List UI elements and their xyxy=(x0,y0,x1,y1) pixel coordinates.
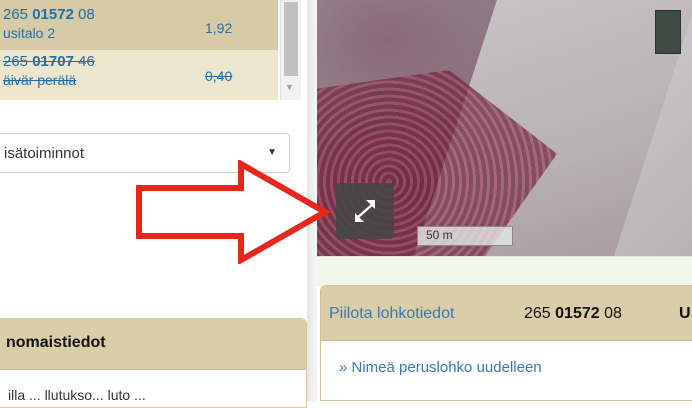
authority-panel-header[interactable]: nomaistiedot xyxy=(0,319,306,370)
list-scrollbar[interactable]: ▼ xyxy=(280,0,301,100)
parcel-info-trailing: U xyxy=(679,305,691,322)
parcel-number-bold: 01572 xyxy=(32,6,74,23)
parcel-number-bold: 01707 xyxy=(32,53,74,70)
parcel-id-suffix: 08 xyxy=(599,305,622,322)
rename-base-parcel-link[interactable]: » Nimeä peruslohko uudelleen xyxy=(339,359,542,376)
parcel-row[interactable]: 265 01572 08 usitalo 2 1,92 xyxy=(0,0,278,50)
parcel-number-suffix: 46 xyxy=(73,53,95,70)
parcel-id: 265 01572 08 xyxy=(524,305,622,323)
chevron-down-icon: ▼ xyxy=(267,147,277,158)
map-bottom-strip xyxy=(317,256,692,287)
parcel-number-prefix: 265 xyxy=(3,53,33,70)
map-scale-bar: 50 m xyxy=(417,226,513,246)
map-scale-label: 50 m xyxy=(426,228,453,242)
parcel-name[interactable]: äivär perälä xyxy=(3,72,76,89)
actions-select-value: isätoiminnot xyxy=(4,145,85,162)
parcel-row[interactable]: 265 01707 46 äivär perälä 0,40 xyxy=(0,50,278,100)
parcel-info-header: Piilota lohkotiedot 265 01572 08 U xyxy=(321,286,692,341)
parcel-name[interactable]: usitalo 2 xyxy=(3,25,55,42)
scroll-down-icon[interactable]: ▼ xyxy=(285,82,294,92)
parcel-number-prefix: 265 xyxy=(3,6,33,23)
annotation-arrow-icon xyxy=(136,160,332,264)
parcel-number[interactable]: 265 01707 46 xyxy=(3,53,95,70)
hide-parcel-info-link[interactable]: Piilota lohkotiedot xyxy=(329,305,454,323)
parcel-id-bold: 01572 xyxy=(555,305,600,322)
expand-icon xyxy=(355,200,375,222)
map-building xyxy=(655,10,681,54)
authority-panel: nomaistiedot illa ... llutukso... luto .… xyxy=(0,318,307,408)
parcel-number[interactable]: 265 01572 08 xyxy=(3,6,95,23)
parcel-id-prefix: 265 xyxy=(524,305,556,322)
parcel-area: 1,92 xyxy=(205,20,233,36)
parcel-number-suffix: 08 xyxy=(73,6,95,23)
authority-panel-title: nomaistiedot xyxy=(6,334,106,351)
parcel-area: 0,40 xyxy=(205,68,233,84)
fullscreen-button[interactable] xyxy=(336,183,394,239)
parcel-info-panel: Piilota lohkotiedot 265 01572 08 U » Nim… xyxy=(320,285,692,401)
scrollbar-thumb[interactable] xyxy=(284,2,298,76)
